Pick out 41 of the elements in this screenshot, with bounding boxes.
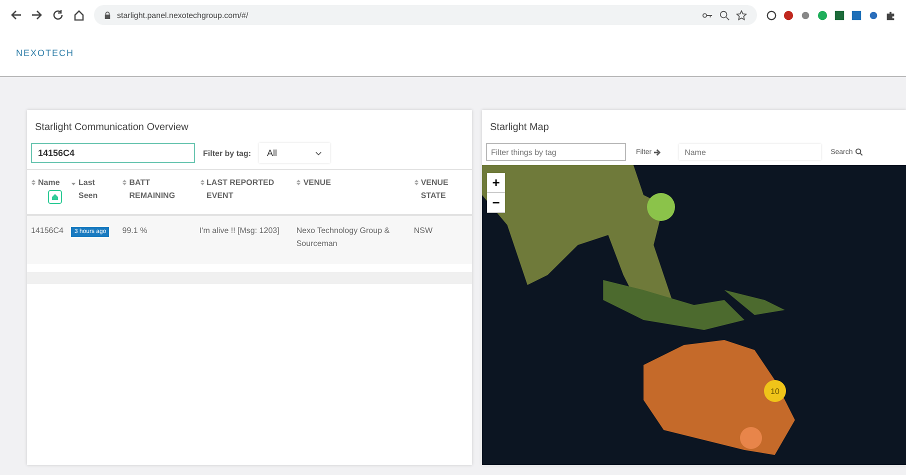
arrow-icon [654, 148, 661, 156]
caret-icon [315, 150, 322, 156]
table-cell: Nexo Technology Group & Sourceman [292, 215, 410, 264]
forward-icon[interactable] [31, 9, 43, 21]
logo[interactable]: NEXOTECH [16, 48, 74, 58]
column-label: LAST REPORTED EVENT [206, 177, 276, 202]
zoom-in-button[interactable]: + [487, 173, 505, 193]
column-label: BATT REMAINING [129, 177, 176, 202]
back-icon[interactable] [10, 9, 22, 21]
column-label: VENUE STATE [420, 177, 450, 202]
reload-icon[interactable] [52, 9, 64, 21]
puzzle-icon[interactable] [885, 10, 896, 20]
table-cell: NSW [410, 215, 472, 264]
column-label: VENUE [303, 177, 331, 189]
zoom-icon[interactable] [719, 10, 730, 20]
column-label: Name [38, 177, 60, 189]
extension-icon[interactable] [851, 10, 862, 20]
tag-dropdown[interactable]: All [259, 143, 330, 163]
search-icon [854, 148, 863, 156]
star-icon[interactable] [736, 10, 747, 20]
url-text: starlight.panel.nexotechgroup.com/#/ [117, 10, 248, 20]
home-icon[interactable] [73, 9, 85, 21]
map-view[interactable]: + − 10 [482, 165, 906, 465]
search-field[interactable]: 14156C4 [31, 143, 195, 163]
card-title: Starlight Communication Overview [34, 121, 190, 135]
column-label: Last Seen [78, 177, 99, 202]
filter-label: Filter by tag: [203, 148, 252, 158]
name-field[interactable]: Name [678, 144, 821, 160]
address-bar[interactable]: starlight.panel.nexotechgroup.com/#/ [94, 5, 757, 25]
lock-icon [104, 10, 111, 20]
table-cell: 14156C4 [27, 215, 68, 264]
tag-filter-field[interactable]: Filter things by tag [486, 143, 626, 161]
extension-icon[interactable] [766, 10, 777, 20]
extension-icon[interactable] [868, 10, 879, 20]
cluster-marker[interactable] [647, 193, 675, 221]
horizontal-scrollbar[interactable] [27, 272, 472, 284]
table-cell: 99.1 % [118, 215, 196, 264]
table-cell: I'm alive !! [Msg: 1203] [196, 215, 292, 264]
extension-icon[interactable] [783, 10, 794, 20]
extension-icon[interactable] [834, 10, 845, 20]
card-title: Starlight Map [489, 121, 550, 135]
